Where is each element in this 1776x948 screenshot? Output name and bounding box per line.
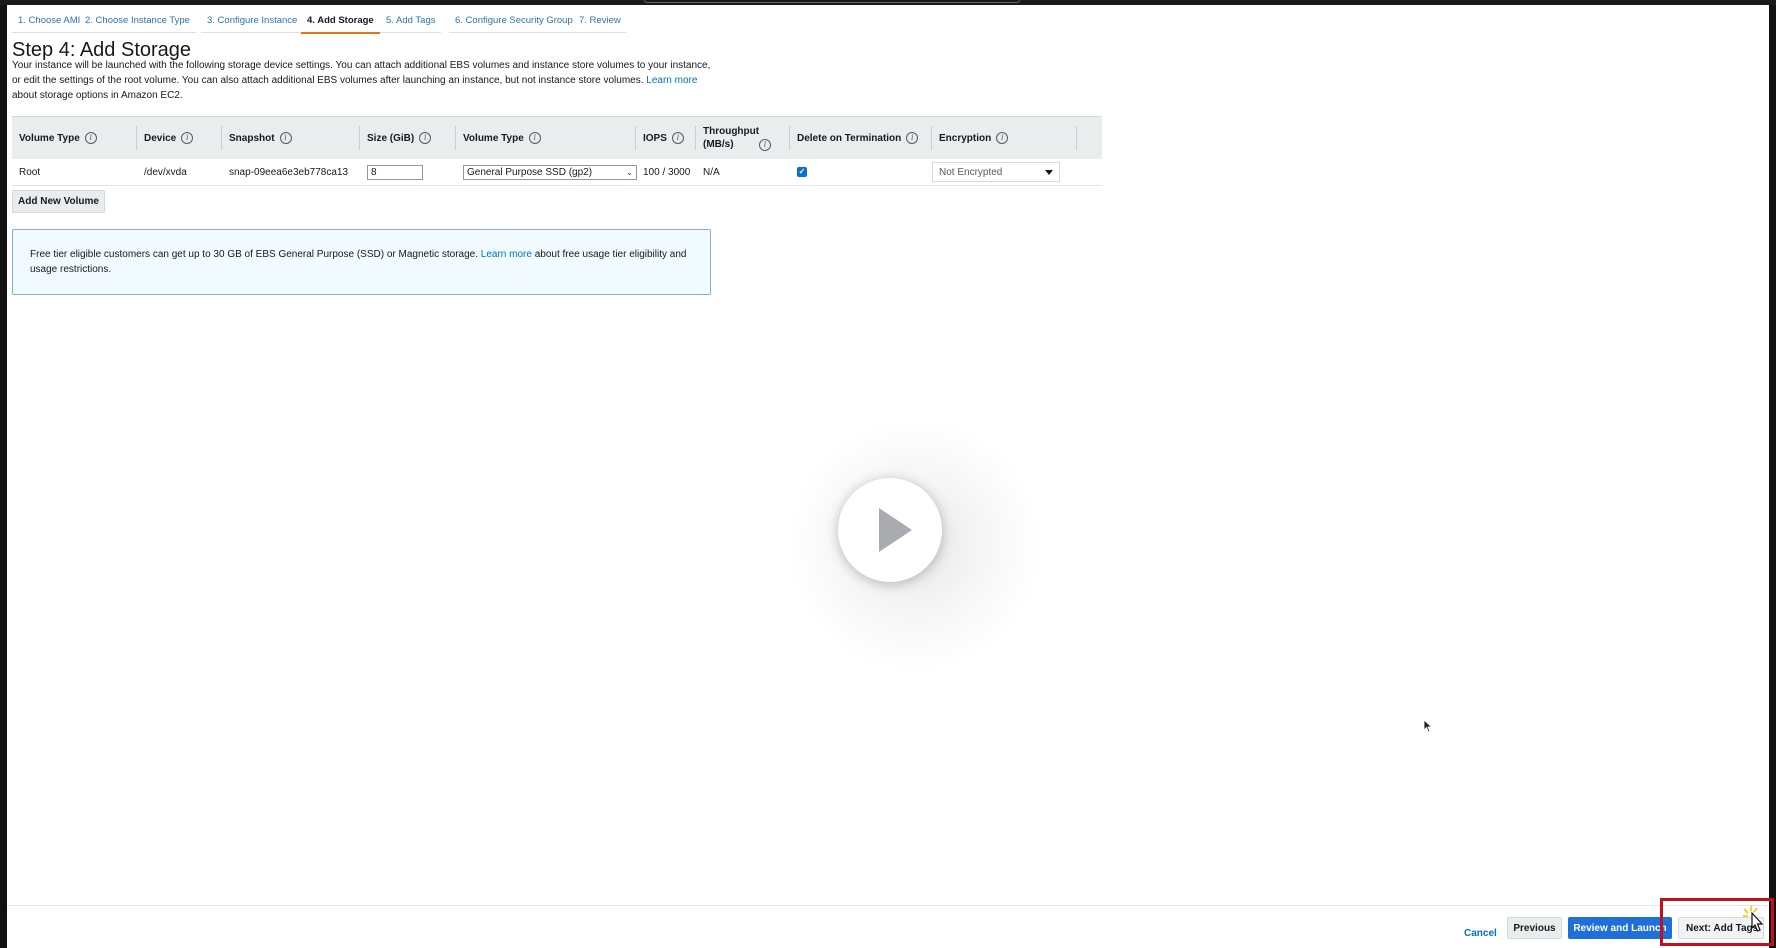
- table-row: Root /dev/xvda snap-09eea6e3eb778ca13 Ge…: [12, 159, 1102, 186]
- volume-type-select[interactable]: General Purpose SSD (gp2) ⌄: [463, 164, 637, 180]
- col-snapshot-label: Snapshot: [229, 132, 275, 144]
- col-size-label: Size (GiB): [367, 132, 415, 144]
- step-tab-configure-security-group[interactable]: 6. Configure Security Group: [449, 15, 579, 33]
- mouse-cursor-icon: [1423, 719, 1433, 733]
- cell-size: [367, 159, 423, 185]
- info-icon[interactable]: i: [671, 132, 684, 144]
- wizard-footer: Cancel Previous Review and Launch Next: …: [7, 905, 1769, 948]
- info-icon[interactable]: i: [906, 132, 919, 144]
- intro-learn-more-link[interactable]: Learn more: [646, 75, 697, 86]
- chevron-down-icon: ⌄: [626, 167, 633, 177]
- col-iops: IOPS i: [636, 117, 696, 159]
- info-icon[interactable]: i: [419, 132, 432, 144]
- pointer-cursor-icon: [1743, 906, 1764, 932]
- info-icon[interactable]: i: [181, 132, 194, 144]
- cell-delete-on-termination: ✓: [797, 159, 807, 185]
- notice-learn-more-link[interactable]: Learn more: [481, 249, 532, 260]
- cell-volume-type-select: General Purpose SSD (gp2) ⌄: [463, 159, 637, 185]
- col-encryption: Encryption i: [932, 117, 1077, 159]
- step-tab-review[interactable]: 7. Review: [573, 15, 627, 33]
- caret-down-icon: [1045, 169, 1053, 175]
- col-snapshot: Snapshot i: [222, 117, 360, 159]
- encryption-select[interactable]: Not Encrypted: [932, 162, 1060, 182]
- col-throughput: Throughput (MB/s) i: [696, 117, 790, 159]
- play-icon: [879, 508, 912, 552]
- table-header: Volume Type i Device i Snapshot i Size (GiB…: [12, 116, 1102, 159]
- col-volume-type-select-label: Volume Type: [463, 132, 524, 144]
- col-throughput-label: Throughput (MB/s): [703, 126, 760, 150]
- col-device: Device i: [137, 117, 222, 159]
- col-iops-label: IOPS: [643, 132, 667, 144]
- cancel-link[interactable]: Cancel: [1464, 928, 1497, 939]
- play-button[interactable]: [838, 478, 942, 582]
- address-pill: [644, 0, 1020, 3]
- cell-snapshot: snap-09eea6e3eb778ca13: [229, 166, 348, 178]
- cell-iops: 100 / 3000: [643, 166, 691, 178]
- info-icon[interactable]: i: [759, 139, 771, 151]
- step-tab-choose-ami[interactable]: 1. Choose AMI: [11, 15, 87, 33]
- notice-paragraph: Free tier eligible customers can get up …: [30, 247, 690, 277]
- info-icon[interactable]: i: [84, 132, 97, 144]
- review-and-launch-button[interactable]: Review and Launch: [1568, 917, 1672, 939]
- cell-encryption: Not Encrypted: [932, 159, 1060, 185]
- intro-paragraph: Your instance will be launched with the …: [12, 59, 722, 103]
- col-size: Size (GiB) i: [360, 117, 456, 159]
- size-input[interactable]: [367, 164, 423, 180]
- col-delete-label: Delete on Termination: [797, 132, 902, 144]
- step-tab-add-storage[interactable]: 4. Add Storage: [301, 15, 380, 34]
- delete-on-termination-checkbox[interactable]: ✓: [797, 167, 807, 177]
- col-encryption-label: Encryption: [939, 132, 992, 144]
- add-new-volume-button[interactable]: Add New Volume: [12, 190, 105, 213]
- info-icon[interactable]: i: [996, 132, 1009, 144]
- step-tab-add-tags[interactable]: 5. Add Tags: [379, 15, 443, 33]
- notice-text: Free tier eligible customers can get up …: [30, 249, 478, 260]
- encryption-select-value: Not Encrypted: [939, 166, 1003, 178]
- step-tab-configure-instance[interactable]: 3. Configure Instance: [200, 15, 304, 33]
- intro-text: Your instance will be launched with the …: [12, 60, 711, 86]
- free-tier-notice: Free tier eligible customers can get up …: [12, 229, 711, 295]
- col-volume-type-label: Volume Type: [19, 132, 80, 144]
- col-volume-type-select: Volume Type i: [456, 117, 636, 159]
- intro-tail: about storage options in Amazon EC2.: [12, 89, 183, 101]
- previous-button[interactable]: Previous: [1507, 917, 1562, 939]
- cell-device: /dev/xvda: [144, 166, 187, 178]
- wizard-steps: 1. Choose AMI 2. Choose Instance Type 3.…: [7, 5, 1769, 34]
- step-tab-choose-instance-type[interactable]: 2. Choose Instance Type: [79, 15, 196, 33]
- col-volume-type: Volume Type i: [12, 117, 137, 159]
- info-icon[interactable]: i: [528, 132, 541, 144]
- storage-table: Volume Type i Device i Snapshot i Size (GiB…: [12, 116, 1102, 186]
- cell-throughput: N/A: [703, 166, 720, 178]
- cell-volume-type: Root: [19, 166, 41, 178]
- info-icon[interactable]: i: [279, 132, 292, 144]
- col-device-label: Device: [144, 132, 177, 144]
- col-delete-on-termination: Delete on Termination i: [790, 117, 932, 159]
- page: 1. Choose AMI 2. Choose Instance Type 3.…: [7, 5, 1769, 948]
- volume-type-select-value: General Purpose SSD (gp2): [467, 166, 593, 178]
